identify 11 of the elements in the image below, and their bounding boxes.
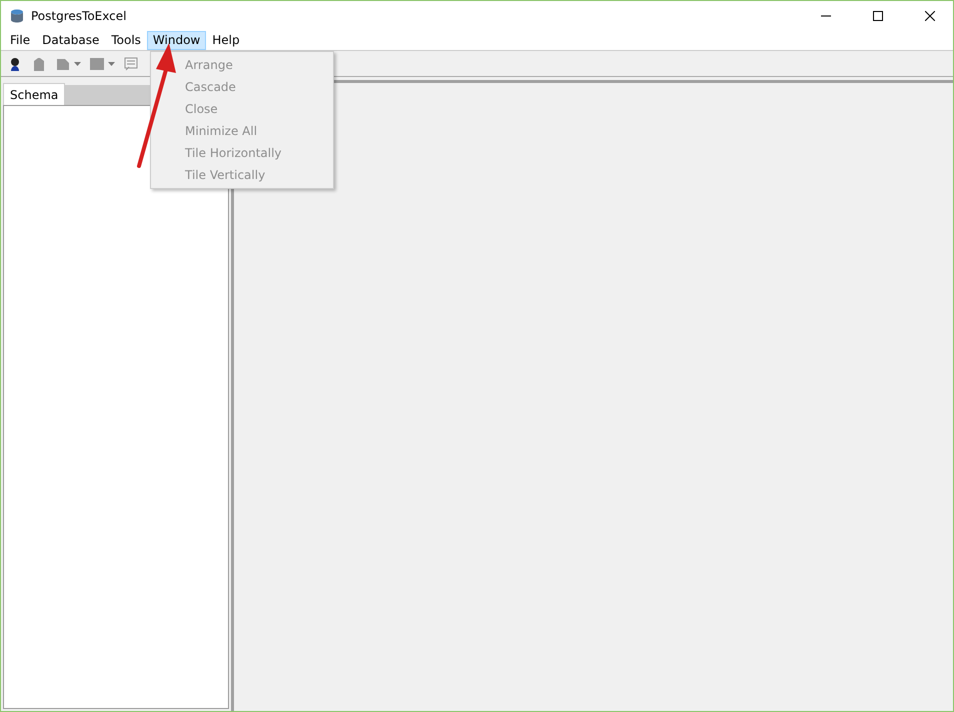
menu-item[interactable]: Tools: [105, 31, 147, 50]
menu-item[interactable]: Database: [36, 31, 106, 50]
square-icon: [89, 56, 105, 72]
window-title: PostgresToExcel: [31, 8, 126, 25]
menu-item[interactable]: File: [4, 31, 36, 50]
app-icon: [9, 8, 25, 24]
menu-item[interactable]: Help: [206, 31, 246, 50]
maximize-icon: [873, 11, 883, 21]
menu-item[interactable]: Window: [146, 31, 206, 50]
tab[interactable]: Schema: [3, 83, 66, 105]
close-icon: [925, 11, 935, 21]
